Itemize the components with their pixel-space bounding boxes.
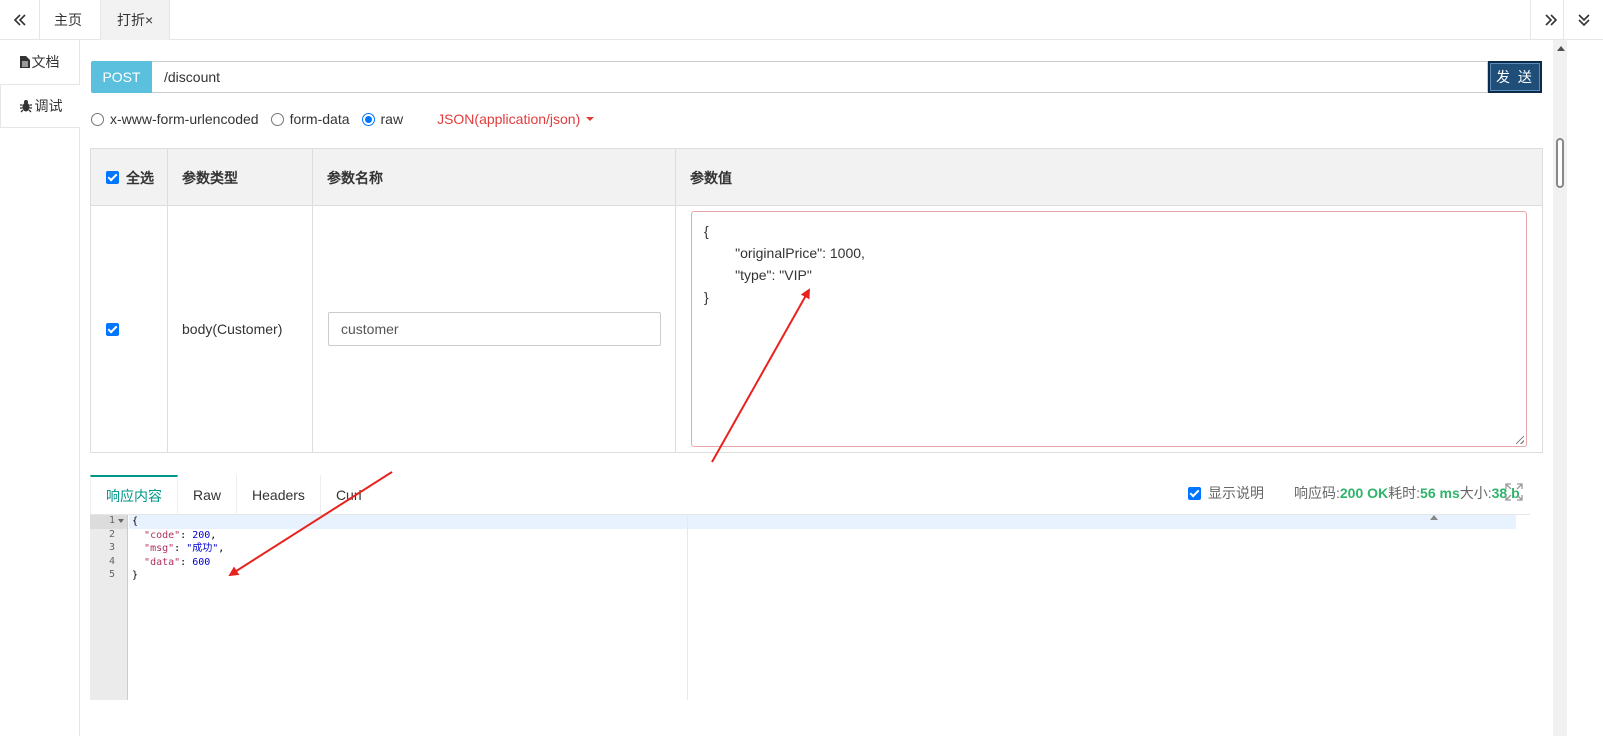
line-number: 5 bbox=[108, 569, 115, 580]
param-value-textarea[interactable]: { "originalPrice": 1000, "type": "VIP" } bbox=[691, 211, 1527, 447]
code-line: { bbox=[129, 515, 1516, 529]
header-select-all[interactable]: 全选 bbox=[106, 149, 154, 206]
print-margin bbox=[687, 515, 688, 700]
line-number: 3 bbox=[108, 542, 115, 553]
url-input[interactable] bbox=[152, 61, 1488, 93]
caret-down-icon bbox=[586, 117, 595, 121]
column-divider bbox=[167, 149, 168, 452]
status-label: 响应码: bbox=[1294, 485, 1340, 501]
json-line: { bbox=[704, 223, 709, 239]
line-number-gutter: 1 2 3 4 5 bbox=[90, 515, 128, 700]
header-param-name: 参数名称 bbox=[327, 169, 383, 186]
response-tabs: 响应内容 Raw Headers Curl bbox=[90, 475, 377, 515]
tab-response-content[interactable]: 响应内容 bbox=[90, 475, 178, 515]
column-divider bbox=[675, 149, 676, 452]
param-type-cell: body(Customer) bbox=[182, 321, 283, 337]
document-icon bbox=[19, 56, 30, 68]
tab-discount[interactable]: 打折× bbox=[100, 0, 170, 40]
scrollbar-thumb[interactable] bbox=[1556, 138, 1564, 188]
radio-raw[interactable]: raw bbox=[361, 111, 404, 127]
column-divider bbox=[312, 149, 313, 452]
resize-handle[interactable] bbox=[1516, 436, 1524, 444]
double-chevron-right-icon bbox=[1544, 14, 1557, 26]
page-scrollbar[interactable] bbox=[1553, 40, 1567, 736]
sidebar-divider bbox=[79, 128, 80, 736]
sidebar-item-document[interactable]: 文档 bbox=[0, 40, 80, 84]
status-value: 200 OK bbox=[1339, 485, 1389, 501]
response-editor[interactable]: 1 2 3 4 5 { "code": 200, "msg": "成功", "d… bbox=[90, 515, 1530, 700]
scroll-tabs-left-button[interactable] bbox=[0, 0, 40, 40]
content-type-selector: x-www-form-urlencoded form-data raw JSON… bbox=[91, 107, 595, 131]
tab-headers[interactable]: Headers bbox=[237, 475, 321, 515]
time-label: 耗时: bbox=[1388, 485, 1421, 501]
scroll-up-icon[interactable] bbox=[1557, 46, 1565, 51]
row-checkbox[interactable] bbox=[106, 323, 119, 336]
tab-raw[interactable]: Raw bbox=[178, 475, 238, 515]
params-table: 全选 参数类型 参数名称 参数值 body(Customer) { "origi… bbox=[90, 148, 1543, 453]
json-line: "originalPrice": 1000, bbox=[704, 245, 865, 261]
sidebar-item-label: 调试 bbox=[34, 98, 63, 114]
params-table-header bbox=[91, 149, 1542, 206]
json-line: } bbox=[704, 289, 709, 305]
raw-type-dropdown[interactable]: JSON(application/json) bbox=[437, 111, 595, 127]
code-line: "data": 600 bbox=[144, 556, 211, 568]
code-line: "msg": "成功", bbox=[144, 543, 225, 554]
time-value: 56 ms bbox=[1420, 485, 1460, 501]
code-content: { "code": 200, "msg": "成功", "data": 600 … bbox=[129, 515, 1516, 700]
double-chevron-left-icon bbox=[13, 14, 26, 26]
bug-icon bbox=[19, 100, 32, 113]
code-line: } bbox=[132, 570, 139, 581]
fold-icon[interactable] bbox=[118, 519, 124, 523]
radio-button[interactable] bbox=[361, 112, 375, 126]
radio-urlencoded[interactable]: x-www-form-urlencoded bbox=[91, 111, 259, 127]
param-name-input[interactable] bbox=[328, 312, 661, 346]
json-line: "type": "VIP" bbox=[704, 267, 812, 283]
api-debug-page: 主页 打折× 文档 调试 POST 发 送 x-www-form-urlenco… bbox=[0, 0, 1603, 736]
top-tab-bar: 主页 打折× bbox=[0, 0, 1603, 40]
tab-menu-button[interactable] bbox=[1563, 0, 1603, 40]
raw-type-label: JSON(application/json) bbox=[437, 111, 581, 127]
show-description-checkbox[interactable] bbox=[1188, 486, 1201, 500]
header-param-value: 参数值 bbox=[690, 169, 732, 186]
editor-scroll-up-icon[interactable] bbox=[1430, 515, 1438, 520]
close-icon[interactable]: × bbox=[145, 12, 153, 28]
header-param-type: 参数类型 bbox=[182, 169, 238, 186]
size-label: 大小: bbox=[1459, 485, 1492, 501]
sidebar-item-label: 文档 bbox=[31, 54, 60, 70]
radio-form-data[interactable]: form-data bbox=[270, 111, 350, 127]
tab-home[interactable]: 主页 bbox=[54, 0, 82, 40]
tab-curl[interactable]: Curl bbox=[321, 475, 377, 515]
radio-label: x-www-form-urlencoded bbox=[110, 111, 259, 127]
send-button[interactable]: 发 送 bbox=[1488, 61, 1542, 93]
radio-button[interactable] bbox=[270, 112, 284, 126]
select-all-checkbox[interactable] bbox=[106, 171, 119, 184]
radio-label: form-data bbox=[289, 111, 350, 127]
radio-label: raw bbox=[380, 111, 404, 127]
double-chevron-down-icon bbox=[1577, 14, 1590, 27]
code-line: "code": 200, bbox=[144, 529, 217, 541]
select-all-label: 全选 bbox=[126, 169, 154, 186]
radio-button[interactable] bbox=[91, 112, 104, 126]
line-number: 1 bbox=[90, 515, 127, 529]
tab-discount-label: 打折 bbox=[117, 12, 145, 28]
line-number: 2 bbox=[108, 528, 115, 540]
show-description-label: 显示说明 bbox=[1208, 485, 1264, 501]
sidebar-item-debug[interactable]: 调试 bbox=[0, 84, 80, 128]
line-number: 4 bbox=[108, 555, 115, 567]
response-meta: 显示说明 响应码: 200 OK 耗时: 56 ms 大小: 38 b bbox=[1188, 483, 1520, 503]
http-method-badge: POST bbox=[91, 61, 152, 93]
fullscreen-icon[interactable] bbox=[1505, 483, 1523, 501]
